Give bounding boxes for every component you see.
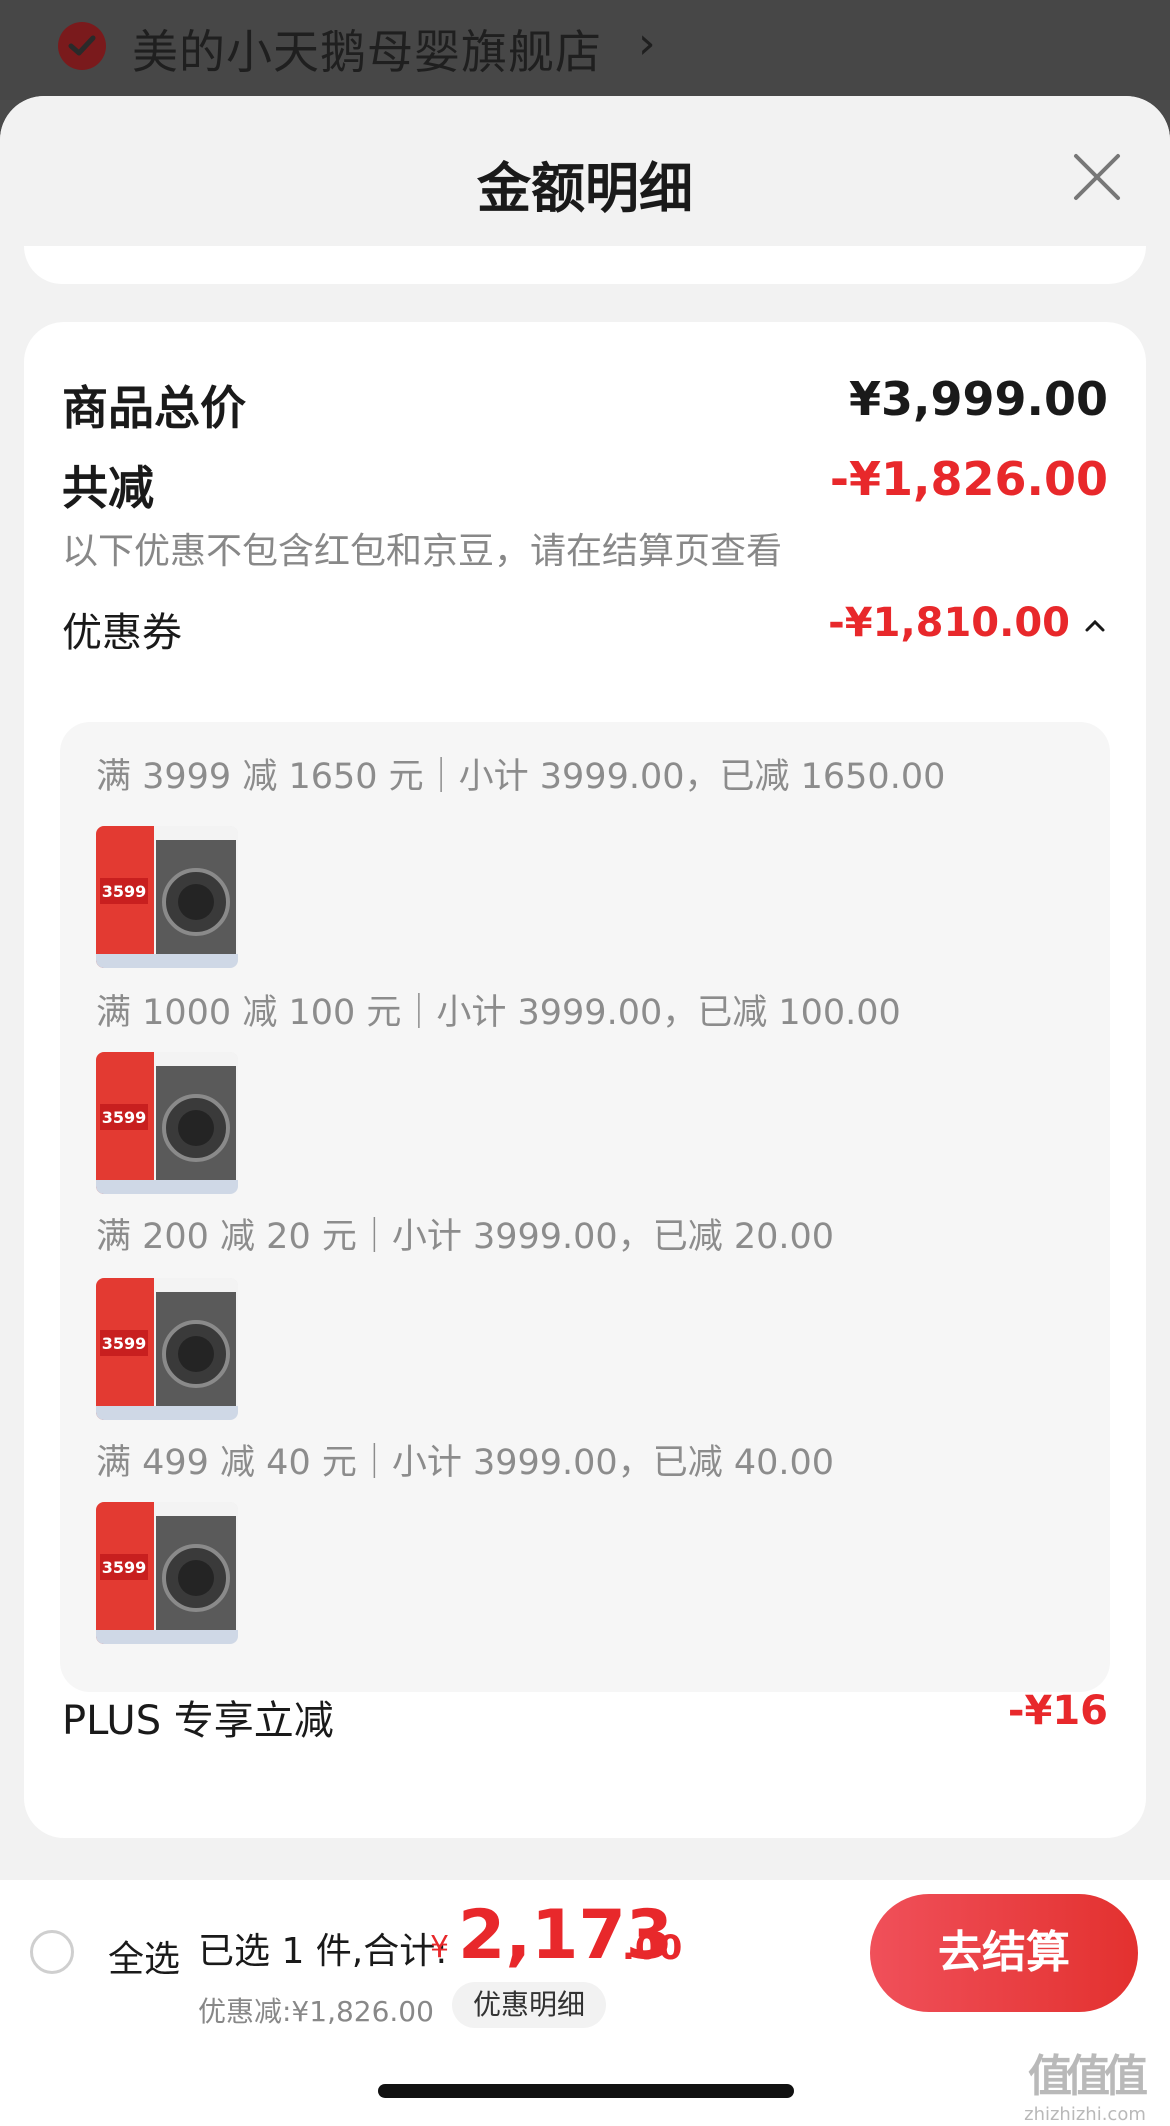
coupon-label[interactable]: 优惠券 — [62, 600, 182, 658]
discount-summary: 优惠减:¥1,826.00 — [198, 1995, 434, 2028]
product-thumbnail[interactable]: 3599 — [96, 1052, 238, 1194]
coupon-line: 满 1000 减 100 元｜小计 3999.00，已减 100.00 — [96, 993, 901, 1033]
home-indicator[interactable] — [378, 2084, 794, 2098]
reduction-note: 以下优惠不包含红包和京豆，请在结算页查看 — [62, 531, 783, 572]
thumb-price: 3599 — [102, 1558, 147, 1577]
plus-discount-value: -¥16 — [1007, 1688, 1108, 1734]
card-stub — [24, 246, 1146, 284]
store-header[interactable]: 美的小天鹅母婴旗舰店 › — [0, 0, 1170, 100]
plus-discount-label: PLUS 专享立减 — [62, 1698, 334, 1744]
watermark-url: zhizhizhi.com — [1024, 2104, 1146, 2125]
chevron-up-icon[interactable] — [1080, 616, 1110, 636]
coupon-value[interactable]: -¥1,810.00 — [828, 600, 1070, 646]
watermark-glyph: 值值值 — [1028, 2051, 1148, 2102]
coupon-list: 满 3999 减 1650 元｜小计 3999.00，已减 1650.00 35… — [60, 722, 1110, 1692]
selected-count-text: 已选 1 件,合计: — [198, 1931, 448, 1972]
product-thumbnail[interactable]: 3599 — [96, 1278, 238, 1420]
store-check-icon — [58, 22, 106, 70]
sheet-title: 金额明细 — [477, 157, 693, 220]
chevron-right-icon[interactable]: › — [638, 18, 656, 69]
sheet-header: 金额明细 — [0, 96, 1170, 246]
thumb-price: 3599 — [102, 882, 147, 901]
select-all-radio[interactable] — [30, 1930, 74, 1974]
coupon-line: 满 3999 减 1650 元｜小计 3999.00，已减 1650.00 — [96, 757, 946, 797]
coupon-line: 满 200 减 20 元｜小计 3999.00，已减 20.00 — [96, 1217, 835, 1257]
total-currency: ¥ — [430, 1930, 450, 1965]
thumb-price: 3599 — [102, 1108, 147, 1127]
checkout-button[interactable]: 去结算 — [870, 1894, 1138, 2012]
thumb-price: 3599 — [102, 1334, 147, 1353]
coupon-line: 满 499 减 40 元｜小计 3999.00，已减 40.00 — [96, 1443, 835, 1483]
product-thumbnail[interactable]: 3599 — [96, 1502, 238, 1644]
amount-card: 商品总价 ¥3,999.00 共减 -¥1,826.00 以下优惠不包含红包和京… — [24, 322, 1146, 1838]
total-reduction-value: -¥1,826.00 — [829, 452, 1108, 506]
discount-detail-link[interactable]: 优惠明细 — [452, 1982, 606, 2028]
total-reduction-label: 共减 — [62, 461, 154, 515]
total-amount-decimal: .00 — [622, 1928, 683, 1968]
store-name[interactable]: 美的小天鹅母婴旗舰店 — [132, 16, 602, 82]
product-thumbnail[interactable]: 3599 — [96, 826, 238, 968]
items-total-label: 商品总价 — [62, 381, 246, 435]
amount-detail-sheet: 金额明细 商品总价 ¥3,999.00 共减 -¥1,826.00 以下优惠不包… — [0, 96, 1170, 2126]
select-all-label[interactable]: 全选 — [108, 1930, 180, 1982]
close-icon[interactable] — [1062, 142, 1132, 212]
items-total-value: ¥3,999.00 — [849, 372, 1108, 426]
watermark-logo: 值值值 zhizhizhi.com — [1010, 2040, 1160, 2125]
